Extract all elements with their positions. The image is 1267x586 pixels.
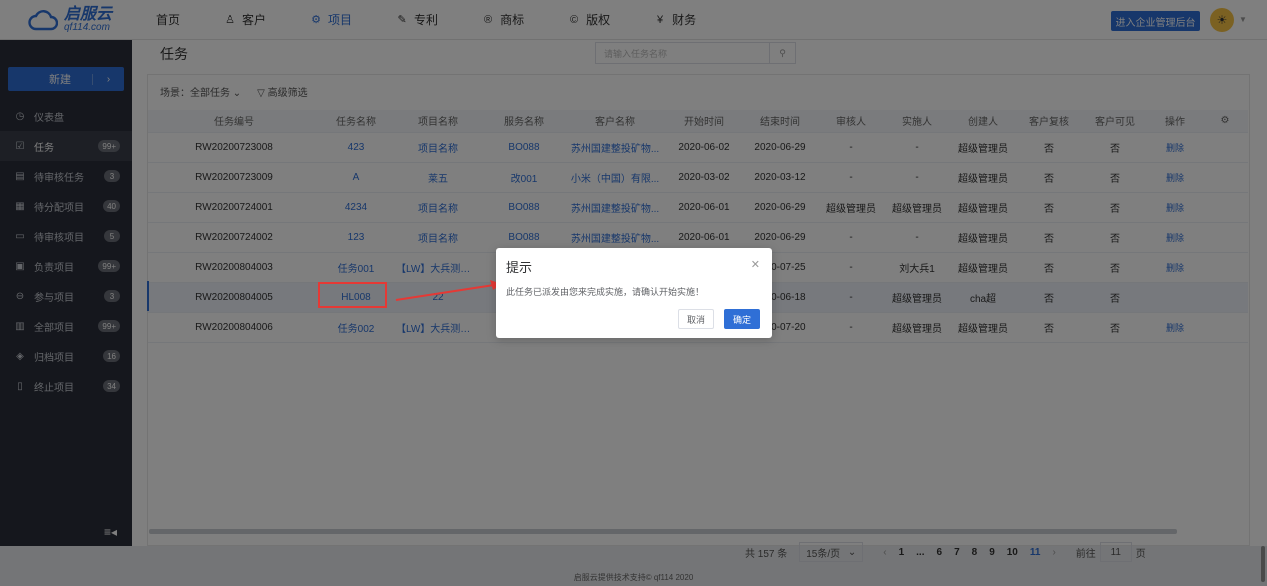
dialog-message: 此任务已派发由您来完成实施，请确认开始实施！ [506, 287, 705, 297]
page-scrollbar[interactable] [1261, 546, 1265, 582]
confirm-dialog: 提示 ✕ 此任务已派发由您来完成实施，请确认开始实施！ 取消 确定 [496, 248, 772, 338]
annotation-box [318, 282, 387, 308]
close-icon[interactable]: ✕ [751, 258, 760, 271]
annotation-arrow-icon [395, 280, 502, 301]
dialog-title: 提示 [506, 260, 533, 275]
confirm-button[interactable]: 确定 [724, 309, 760, 329]
cancel-button[interactable]: 取消 [678, 309, 714, 329]
